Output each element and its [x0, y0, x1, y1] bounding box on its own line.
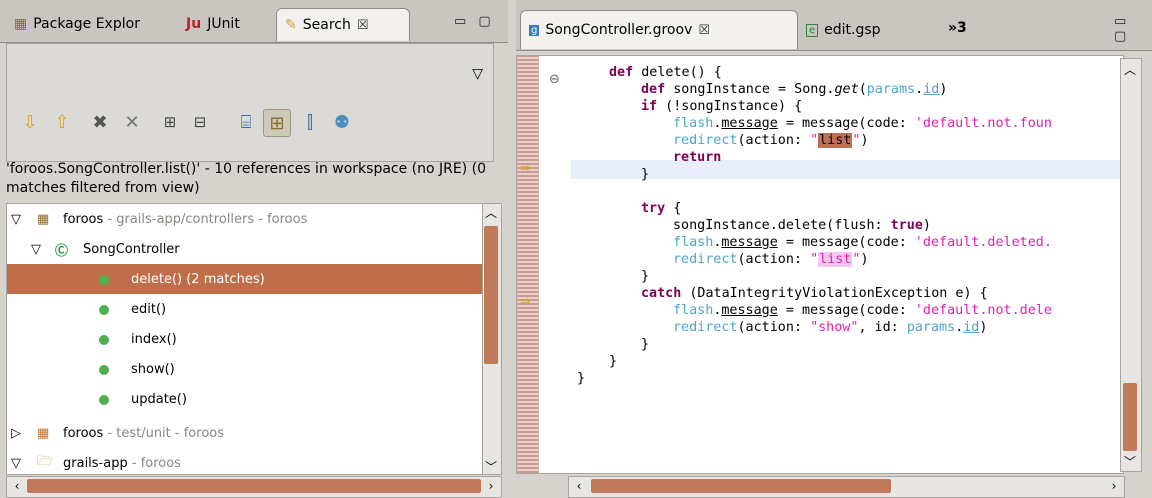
tree-label-path: - test/unit - foroos — [103, 425, 224, 441]
search-history-icon[interactable]: ⌸ — [233, 109, 259, 135]
method-icon — [99, 394, 109, 409]
tree-row-delete[interactable]: delete() (2 matches) — [7, 264, 483, 294]
expand-arrow-icon[interactable]: ▷ — [11, 426, 21, 441]
search-view: ▦ Package Explor Ju JUnit ✎ Search ☒ ▭ ▢… — [0, 0, 508, 498]
expand-arrow-icon[interactable]: ▽ — [11, 212, 21, 227]
editor-horizontal-scrollbar[interactable]: ‹ › — [568, 476, 1125, 498]
show-as-list-icon[interactable]: ⫿ — [297, 109, 323, 135]
class-icon: Ⓒ — [55, 243, 69, 259]
expand-arrow-icon[interactable]: ▽ — [11, 456, 21, 471]
fold-collapse-icon[interactable]: ⊖ — [549, 72, 560, 87]
search-match-marker-icon: ⇛ — [520, 161, 531, 176]
scroll-thumb[interactable] — [1123, 383, 1137, 451]
scroll-left-icon[interactable]: ‹ — [571, 478, 587, 494]
editor-vertical-scrollbar[interactable]: ︿ ﹀ — [1120, 58, 1142, 472]
scroll-up-icon[interactable]: ︿ — [483, 204, 499, 220]
minimize-maximize-buttons[interactable]: ▭ ▢ — [1114, 14, 1152, 44]
tree-label: index() — [131, 331, 177, 347]
tree-label: foroos — [63, 425, 104, 441]
tree-row-songcontroller[interactable]: ▽ Ⓒ SongController — [7, 234, 483, 264]
tab-search[interactable]: ✎ Search ☒ — [276, 8, 410, 41]
tree-label-path: - foroos — [127, 455, 181, 471]
tab-junit[interactable]: Ju JUnit — [178, 8, 248, 40]
junit-icon: Ju — [186, 16, 202, 32]
tree-label: foroos — [63, 211, 104, 227]
search-toolbar: ▽ ⇩ ⇧ ✖ ✕ ⊞ ⊟ ⌸ ⊞ ⫿ ⚉ — [6, 43, 494, 162]
tab-label: SongController.groov — [545, 22, 693, 38]
view-menu-icon[interactable]: ▽ — [472, 66, 483, 82]
editor-tab-bar: g SongController.groov ☒ e edit.gsp »3 ▭… — [516, 0, 1152, 51]
remove-all-matches-icon[interactable]: ✕ — [119, 109, 145, 135]
method-icon — [99, 364, 109, 379]
method-icon — [99, 334, 109, 349]
tree-label: SongController — [83, 241, 180, 257]
search-results-tree: ▽ ▦ foroos - grails-app/controllers - fo… — [6, 203, 484, 475]
scroll-up-icon[interactable]: ︿ — [1122, 61, 1138, 77]
tree-row-show[interactable]: show() — [7, 354, 483, 384]
current-line-highlight — [571, 160, 1123, 179]
collapse-all-icon[interactable]: ⊟ — [187, 109, 213, 135]
previous-match-icon[interactable]: ⇧ — [49, 109, 75, 135]
pin-search-icon[interactable]: ⚉ — [329, 109, 355, 135]
tab-label: JUnit — [207, 16, 240, 32]
expand-arrow-icon[interactable]: ▽ — [31, 242, 41, 257]
tree-label: update() — [131, 391, 187, 407]
remove-match-icon[interactable]: ✖ — [87, 109, 113, 135]
groovy-file-icon: g — [529, 24, 540, 36]
tab-label: Package Explor — [33, 16, 140, 32]
search-match-marker-icon: ⇛ — [520, 294, 531, 309]
tab-label: edit.gsp — [824, 22, 881, 38]
tab-label: Search — [302, 17, 351, 33]
tree-horizontal-scrollbar[interactable]: ‹ › — [6, 476, 502, 498]
tab-songcontroller[interactable]: g SongController.groov ☒ — [520, 10, 798, 49]
tree-label: grails-app — [63, 455, 128, 471]
tab-edit-gsp[interactable]: e edit.gsp — [798, 14, 889, 46]
scroll-thumb[interactable] — [484, 226, 498, 364]
search-flashlight-icon: ✎ — [285, 17, 297, 33]
gsp-file-icon: e — [806, 23, 819, 37]
package-icon: ▦ — [37, 425, 50, 441]
overview-ruler — [517, 56, 539, 473]
tree-label: edit() — [131, 301, 167, 317]
close-icon[interactable]: ☒ — [357, 18, 369, 33]
method-icon — [99, 274, 109, 289]
tree-row-package-controllers[interactable]: ▽ ▦ foroos - grails-app/controllers - fo… — [7, 204, 483, 234]
search-summary: 'foroos.SongController.list()' - 10 refe… — [6, 161, 486, 196]
code-editor[interactable]: ⊖ ⇛ ⇛ def delete() { def songInstance = … — [516, 55, 1124, 474]
scroll-left-icon[interactable]: ‹ — [9, 478, 25, 494]
minimize-maximize-buttons[interactable]: ▭ ▢ — [454, 14, 495, 29]
scroll-right-icon[interactable]: › — [1106, 478, 1122, 494]
scroll-right-icon[interactable]: › — [483, 478, 499, 494]
package-icon: ▦ — [14, 16, 28, 32]
tree-row-update[interactable]: update() — [7, 384, 483, 414]
left-tab-bar: ▦ Package Explor Ju JUnit ✎ Search ☒ ▭ ▢ — [0, 0, 508, 43]
package-icon: ▦ — [37, 211, 50, 227]
tree-label: show() — [131, 361, 175, 377]
method-icon — [99, 304, 109, 319]
scroll-down-icon[interactable]: ﹀ — [483, 458, 499, 474]
expand-all-icon[interactable]: ⊞ — [157, 109, 183, 135]
tree-row-index[interactable]: index() — [7, 324, 483, 354]
next-match-icon[interactable]: ⇩ — [17, 109, 43, 135]
tree-row-edit[interactable]: edit() — [7, 294, 483, 324]
scroll-thumb[interactable] — [591, 479, 891, 493]
tree-label: delete() (2 matches) — [131, 271, 265, 287]
show-as-tree-icon[interactable]: ⊞ — [263, 109, 291, 137]
scroll-down-icon[interactable]: ﹀ — [1122, 453, 1138, 469]
tree-row-grails-app[interactable]: ▽ 🗁 grails-app - foroos — [7, 448, 483, 474]
tree-row-package-test[interactable]: ▷ ▦ foroos - test/unit - foroos — [7, 418, 483, 448]
tree-label-path: - grails-app/controllers - foroos — [103, 211, 308, 227]
overflow-tabs-icon[interactable]: »3 — [940, 12, 975, 44]
scroll-thumb[interactable] — [27, 479, 481, 493]
folder-icon: 🗁 — [37, 454, 54, 469]
close-icon[interactable]: ☒ — [698, 23, 710, 38]
editor-area: g SongController.groov ☒ e edit.gsp »3 ▭… — [516, 0, 1152, 498]
tree-vertical-scrollbar[interactable]: ︿ ﹀ — [482, 203, 502, 475]
tab-package-explorer[interactable]: ▦ Package Explor — [6, 8, 148, 40]
